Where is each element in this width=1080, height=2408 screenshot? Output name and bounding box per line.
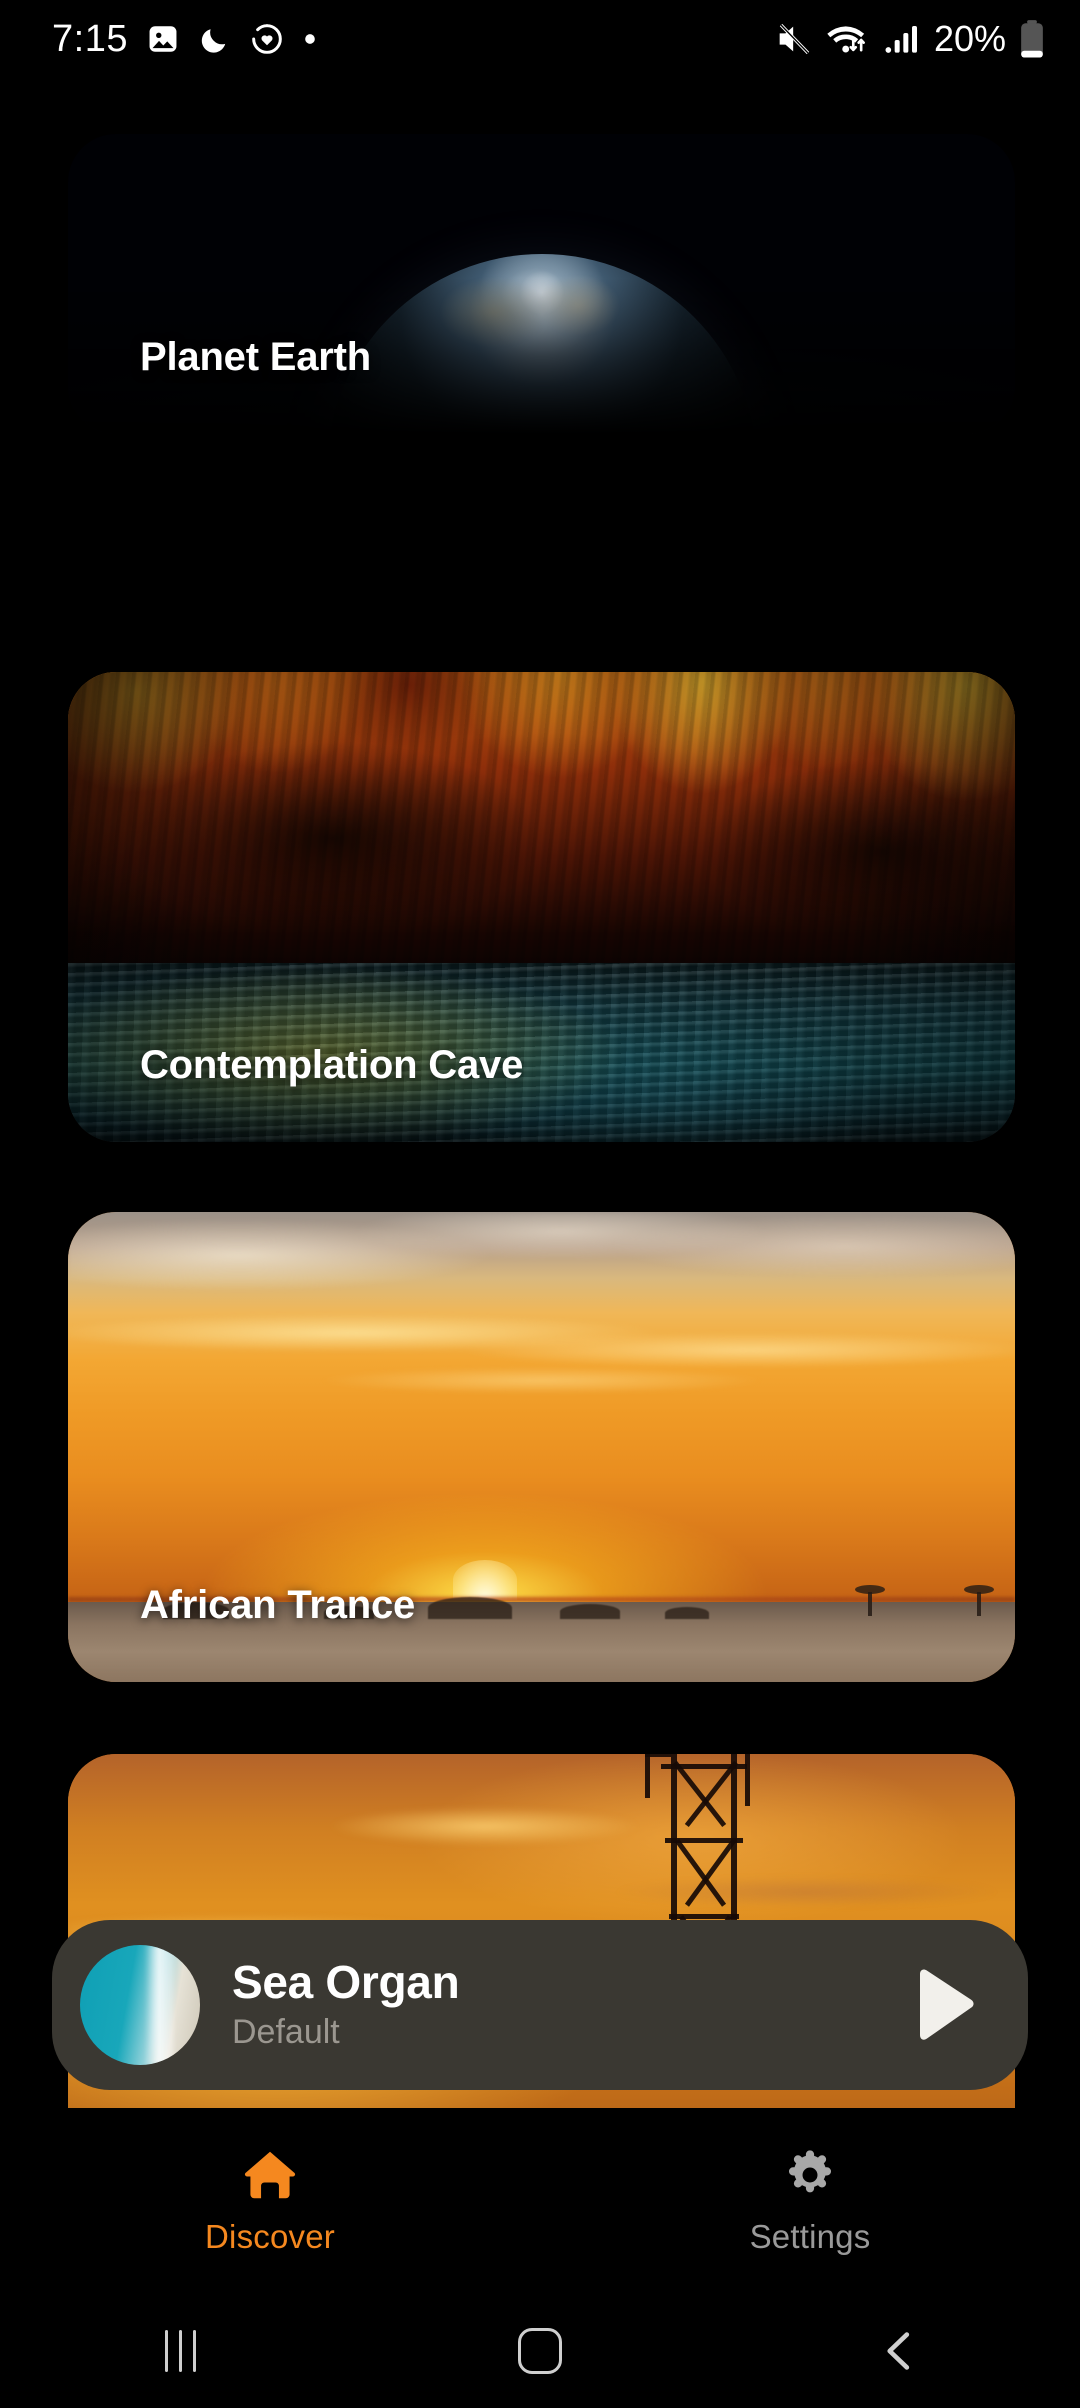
sound-card-title: African Trance	[140, 1583, 416, 1627]
now-playing-title: Sea Organ	[232, 1956, 460, 2009]
dot-indicator-icon	[305, 34, 315, 44]
status-bar-left: 7:15	[52, 18, 318, 61]
nav-back-button[interactable]	[720, 2328, 1080, 2374]
bottom-tab-bar: Discover Settings	[0, 2108, 1080, 2294]
planet-earth-artwork	[68, 134, 1015, 434]
discover-card-list[interactable]: Planet Earth Contemplation Cave African …	[0, 78, 1080, 2108]
sound-card-planet-earth[interactable]: Planet Earth	[68, 134, 1015, 434]
tab-discover-label: Discover	[205, 2218, 335, 2255]
nav-recents-button[interactable]	[0, 2330, 360, 2372]
cellular-signal-icon	[885, 26, 917, 53]
gear-icon	[788, 2150, 832, 2193]
now-playing-thumbnail	[80, 1945, 200, 2065]
home-icon	[244, 2151, 296, 2199]
status-bar-right: 20%	[774, 18, 1046, 60]
wifi-data-transfer-icon	[827, 26, 865, 53]
tab-discover[interactable]: Discover	[0, 2108, 540, 2294]
play-icon	[920, 1969, 974, 2040]
sound-card-title: Planet Earth	[140, 335, 371, 379]
app-screen: 7:15 20% Planet Earth Contemplation Cave…	[0, 0, 1080, 2408]
now-playing-subtitle: Default	[232, 2012, 340, 2051]
sound-card-contemplation-cave[interactable]: Contemplation Cave	[68, 672, 1015, 1142]
mute-speaker-icon	[779, 23, 810, 55]
heart-health-icon	[252, 24, 282, 54]
tab-settings-label: Settings	[749, 2218, 871, 2255]
now-playing-meta: Sea Organ Default	[232, 1958, 910, 2051]
recents-icon	[164, 2330, 196, 2372]
battery-icon	[1021, 20, 1043, 58]
gallery-image-icon	[149, 26, 177, 52]
status-bar-clock: 7:15	[52, 17, 128, 60]
tab-settings[interactable]: Settings	[540, 2108, 1080, 2294]
home-square-icon	[518, 2328, 562, 2374]
back-chevron-icon	[887, 2332, 910, 2370]
sound-card-african-trance[interactable]: African Trance	[68, 1212, 1015, 1682]
mini-player-bar[interactable]: Sea Organ Default	[52, 1920, 1028, 2090]
nav-home-button[interactable]	[360, 2328, 720, 2374]
android-nav-bar	[0, 2294, 1080, 2408]
sound-card-title: Contemplation Cave	[140, 1043, 524, 1087]
status-bar: 7:15 20%	[0, 0, 1080, 78]
battery-percent-label: 20%	[933, 18, 1006, 59]
play-button[interactable]	[910, 1966, 982, 2044]
do-not-disturb-moon-icon	[201, 29, 226, 53]
